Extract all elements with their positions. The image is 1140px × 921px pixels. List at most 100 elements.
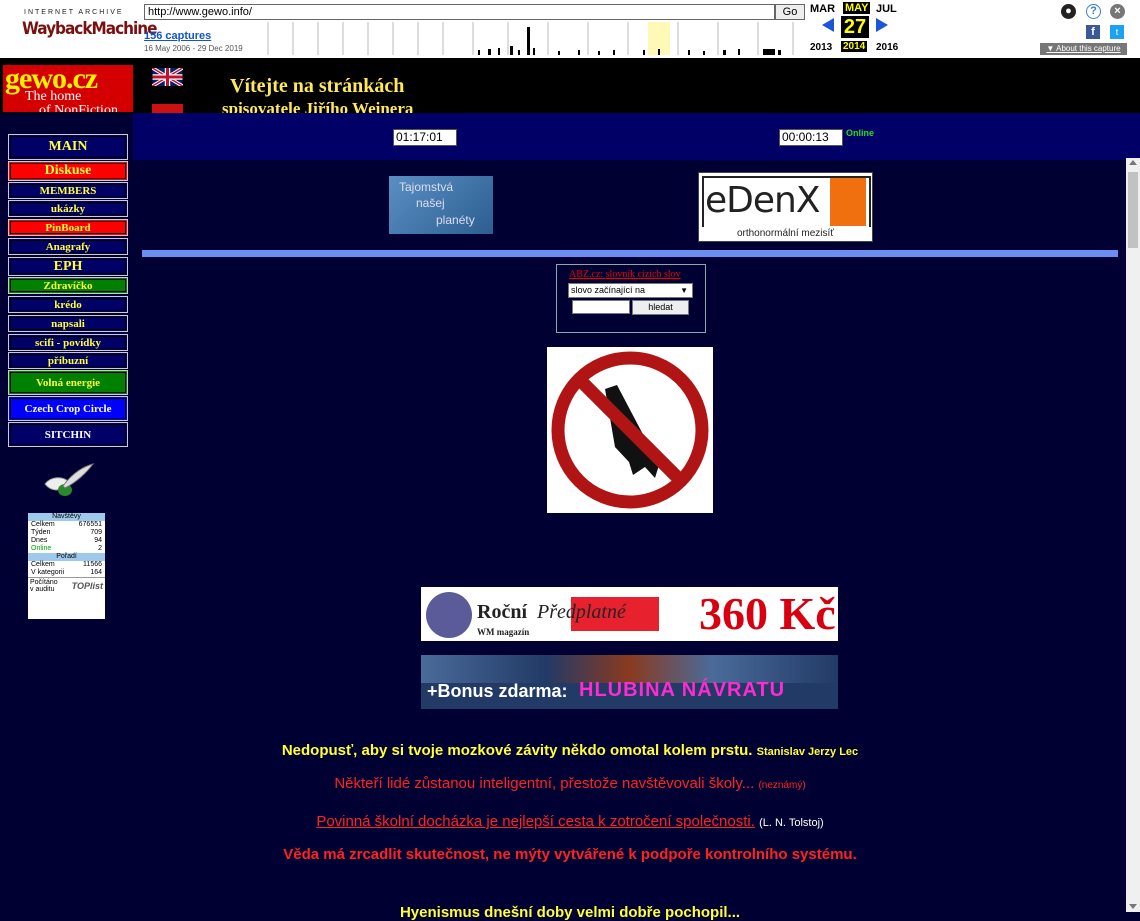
english-flag-icon[interactable] bbox=[152, 68, 183, 86]
counter-row: Online 2 bbox=[28, 545, 105, 553]
scroll-down-icon[interactable] bbox=[1129, 904, 1137, 909]
wayback-toolbar: INTERNET ARCHIVE WaybackMachine http://w… bbox=[0, 0, 1140, 60]
counter-row-label: Celkem bbox=[31, 561, 55, 568]
dictionary-link[interactable]: ABZ.cz: slovník cizích slov bbox=[569, 269, 681, 280]
logo-subtitle-2: of NonFiction bbox=[39, 103, 118, 112]
close-icon[interactable]: × bbox=[1110, 4, 1125, 19]
quote-2-author: (neznámý) bbox=[758, 780, 806, 791]
counter-row-value: 164 bbox=[90, 569, 102, 576]
dictionary-search-button[interactable]: hledat bbox=[632, 300, 689, 315]
quote-1: Nedopusť, aby si tvoje mozkové závity ně… bbox=[0, 742, 1140, 759]
quote-3: Povinná školní docházka je nejlepší cest… bbox=[0, 813, 1140, 830]
counter-row-value: 2 bbox=[98, 545, 102, 552]
scrollbar-thumb[interactable] bbox=[1128, 172, 1138, 248]
scroll-up-icon[interactable] bbox=[1129, 160, 1137, 165]
user-icon[interactable]: ● bbox=[1061, 4, 1076, 19]
edenx-banner[interactable]: eDenX orthonormální mezisíť bbox=[698, 172, 873, 242]
about-capture-label: About this capture bbox=[1056, 44, 1121, 53]
menu-item-11[interactable]: příbuzní bbox=[8, 352, 128, 369]
capture-day: 27 bbox=[841, 16, 869, 38]
help-icon[interactable]: ? bbox=[1086, 4, 1101, 19]
menu-item-6[interactable]: EPH bbox=[8, 257, 128, 276]
quote-1-author: Stanislav Jerzy Lec bbox=[756, 746, 859, 758]
subscription-banner[interactable]: Roční Předplatné WM magazín 360 Kč bbox=[421, 587, 838, 641]
tajom-line3: planéty bbox=[436, 213, 475, 227]
menu-item-label: napsali bbox=[51, 317, 85, 330]
month-next[interactable]: JUL bbox=[876, 3, 897, 15]
counter-rank: Celkem 11566 V kategorii 164 bbox=[28, 561, 105, 577]
menu-item-label: scifi - povídky bbox=[34, 336, 101, 349]
go-button[interactable]: Go bbox=[775, 4, 805, 20]
wayback-logo[interactable]: WaybackMachine bbox=[22, 19, 158, 39]
menu-item-7[interactable]: Zdravíčko bbox=[8, 277, 128, 294]
dictionary-mode-value: slovo začínající na bbox=[571, 285, 646, 295]
month-prev[interactable]: MAR bbox=[810, 3, 835, 15]
session-timer: 00:00:13 bbox=[779, 129, 843, 146]
tajomstva-banner[interactable]: Tajomstvá našej planéty bbox=[389, 176, 493, 234]
ad1-price: 360 Kč bbox=[699, 588, 836, 639]
counter-row-label: V kategorii bbox=[31, 569, 65, 576]
ad1-text-b: Předplatné bbox=[537, 601, 626, 623]
dictionary-search-input[interactable] bbox=[572, 300, 630, 314]
bonus-banner[interactable]: +Bonus zdarma: HLUBINA NÁVRATU bbox=[421, 655, 838, 709]
menu-item-label: krédo bbox=[54, 298, 82, 311]
wayback-logo-caption: INTERNET ARCHIVE bbox=[24, 9, 124, 16]
counter-visits: Celkem 676551 Týden 709 Dnes 94 Online 2 bbox=[28, 521, 105, 553]
counter-row: V kategorii 164 bbox=[28, 569, 105, 577]
menu-item-0[interactable]: MAIN bbox=[8, 134, 128, 160]
menu-item-label: Diskuse bbox=[44, 163, 92, 178]
url-input[interactable]: http://www.gewo.info/ bbox=[144, 4, 775, 20]
welcome-title: Vítejte na stránkách bbox=[230, 75, 405, 97]
site-logo[interactable]: gewo.cz The home of NonFiction bbox=[3, 65, 133, 112]
menu-item-10[interactable]: scifi - povídky bbox=[8, 334, 128, 351]
counter-row-value: 676551 bbox=[78, 521, 102, 528]
year-next[interactable]: 2016 bbox=[876, 42, 898, 53]
menu-item-label: příbuzní bbox=[47, 354, 89, 367]
ad1-text-c: WM magazín bbox=[477, 627, 530, 637]
captures-link[interactable]: 156 captures bbox=[144, 30, 211, 42]
menu-item-label: ukázky bbox=[50, 202, 86, 215]
menu-item-13[interactable]: Czech Crop Circle bbox=[8, 396, 128, 421]
capture-sparkline[interactable] bbox=[248, 22, 806, 55]
next-capture-icon[interactable] bbox=[876, 18, 888, 32]
menu-item-2[interactable]: MEMBERS bbox=[8, 182, 128, 199]
counter-row-label: Online bbox=[31, 545, 52, 552]
prev-capture-icon[interactable] bbox=[822, 18, 834, 32]
scrollbar[interactable] bbox=[1126, 158, 1140, 912]
month-current: MAY bbox=[843, 2, 871, 14]
menu-item-5[interactable]: Anagrafy bbox=[8, 238, 128, 255]
menu-item-9[interactable]: napsali bbox=[8, 315, 128, 332]
facebook-icon[interactable]: f bbox=[1086, 25, 1100, 39]
ad1-text-a: Roční bbox=[477, 601, 527, 623]
counter-rank-title: Pořadí bbox=[28, 553, 105, 561]
quote-4: Věda má zrcadlit skutečnost, ne mýty vyt… bbox=[283, 846, 857, 863]
dictionary-form: ABZ.cz: slovník cizích slov slovo začína… bbox=[556, 264, 706, 333]
menu-item-14[interactable]: SITCHIN bbox=[8, 422, 128, 447]
dictionary-mode-select[interactable]: slovo začínající na ▼ bbox=[568, 283, 693, 298]
menu-item-1[interactable]: Diskuse bbox=[8, 161, 128, 181]
menu-item-8[interactable]: krédo bbox=[8, 296, 128, 313]
welcome-subtitle: spisovatele Jiřího Weinera bbox=[222, 99, 414, 113]
menu-item-4[interactable]: PinBoard bbox=[8, 219, 128, 236]
quote-5: Hyenismus dnešní doby velmi dobře pochop… bbox=[399, 904, 741, 921]
chevron-down-icon: ▼ bbox=[680, 286, 688, 295]
quote-2-text: Někteří lidé zůstanou inteligentní, přes… bbox=[334, 775, 755, 792]
year-prev[interactable]: 2013 bbox=[810, 42, 832, 53]
quote-1-text: Nedopusť, aby si tvoje mozkové závity ně… bbox=[281, 742, 753, 759]
clock-time: 01:17:01 bbox=[393, 129, 457, 146]
counter-row-label: Týden bbox=[31, 529, 51, 536]
quote-2: Někteří lidé zůstanou inteligentní, přes… bbox=[0, 775, 1140, 792]
clock-bar bbox=[133, 113, 1140, 160]
menu-item-12[interactable]: Volná energie bbox=[8, 370, 128, 395]
tajom-line2: našej bbox=[416, 196, 445, 210]
counter-row-value: 709 bbox=[90, 529, 102, 536]
tajom-line1: Tajomstvá bbox=[399, 180, 454, 194]
twitter-icon[interactable]: t bbox=[1110, 25, 1124, 39]
ad2-text-a: +Bonus zdarma: bbox=[427, 681, 568, 701]
capture-range: 16 May 2006 - 29 Dec 2019 bbox=[144, 44, 243, 53]
menu-item-3[interactable]: ukázky bbox=[8, 200, 128, 217]
about-capture-button[interactable]: ▼ About this capture bbox=[1040, 43, 1127, 55]
quote-3-link[interactable]: Povinná školní docházka je nejlepší cest… bbox=[316, 813, 755, 830]
counter-row-value: 11566 bbox=[83, 561, 102, 568]
visit-counter[interactable]: Návštěvy Celkem 676551 Týden 709 Dnes 94 Onlin… bbox=[28, 513, 105, 619]
